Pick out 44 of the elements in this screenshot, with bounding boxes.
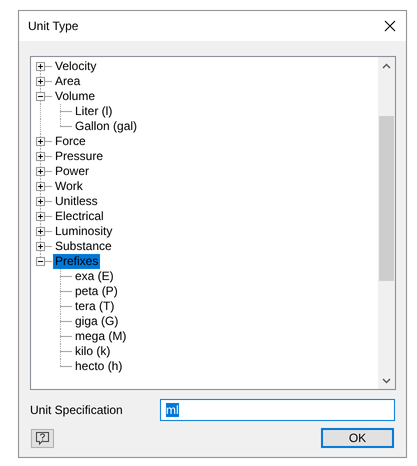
tree-item[interactable]: hecto (h) bbox=[73, 359, 124, 374]
collapse-icon[interactable] bbox=[36, 92, 45, 101]
tree-item[interactable]: tera (T) bbox=[73, 299, 116, 314]
tree-item[interactable]: Area bbox=[53, 74, 82, 89]
tree-item[interactable]: kilo (k) bbox=[73, 344, 112, 359]
tree-item[interactable]: mega (M) bbox=[73, 329, 128, 344]
scrollbar-thumb[interactable] bbox=[379, 116, 394, 281]
collapse-icon[interactable] bbox=[36, 257, 45, 266]
expand-icon[interactable] bbox=[36, 197, 45, 206]
tree-item[interactable]: Pressure bbox=[53, 149, 106, 164]
close-icon[interactable] bbox=[384, 20, 396, 32]
unit-specification-field[interactable]: ml bbox=[160, 399, 395, 421]
field-label: Unit Specification bbox=[30, 403, 124, 417]
tree-item[interactable]: Substance bbox=[53, 239, 114, 254]
help-button[interactable] bbox=[31, 428, 54, 448]
expand-icon[interactable] bbox=[36, 242, 45, 251]
ok-button[interactable]: OK bbox=[321, 428, 394, 448]
tree-item[interactable]: Luminosity bbox=[53, 224, 114, 239]
tree-item[interactable]: Power bbox=[53, 164, 92, 179]
tree-item[interactable]: Velocity bbox=[53, 59, 98, 74]
tree-item[interactable]: Liter (l) bbox=[73, 104, 114, 119]
expand-icon[interactable] bbox=[36, 227, 45, 236]
tree-item[interactable]: Force bbox=[53, 134, 88, 149]
scrollbar[interactable] bbox=[378, 57, 395, 389]
expand-icon[interactable] bbox=[36, 182, 45, 191]
tree-item[interactable]: peta (P) bbox=[73, 284, 120, 299]
tree-item[interactable]: Unitless bbox=[53, 194, 100, 209]
expand-icon[interactable] bbox=[36, 167, 45, 176]
expand-icon[interactable] bbox=[36, 77, 45, 86]
expand-icon[interactable] bbox=[36, 152, 45, 161]
expand-icon[interactable] bbox=[36, 212, 45, 221]
scroll-up-icon[interactable] bbox=[382, 62, 391, 68]
expand-icon[interactable] bbox=[36, 137, 45, 146]
expand-icon[interactable] bbox=[36, 62, 45, 71]
tree-item[interactable]: giga (G) bbox=[73, 314, 120, 329]
tree-item[interactable]: Volume bbox=[53, 89, 98, 104]
tree-item[interactable]: exa (E) bbox=[73, 269, 116, 284]
tree-item[interactable]: Electrical bbox=[53, 209, 106, 224]
help-icon bbox=[35, 430, 50, 446]
tree-item[interactable]: Prefixes bbox=[53, 254, 100, 269]
window-title: Unit Type bbox=[28, 19, 78, 33]
scroll-down-icon[interactable] bbox=[382, 378, 391, 384]
tree-item[interactable]: Gallon (gal) bbox=[73, 119, 140, 134]
tree-item[interactable]: Work bbox=[53, 179, 85, 194]
